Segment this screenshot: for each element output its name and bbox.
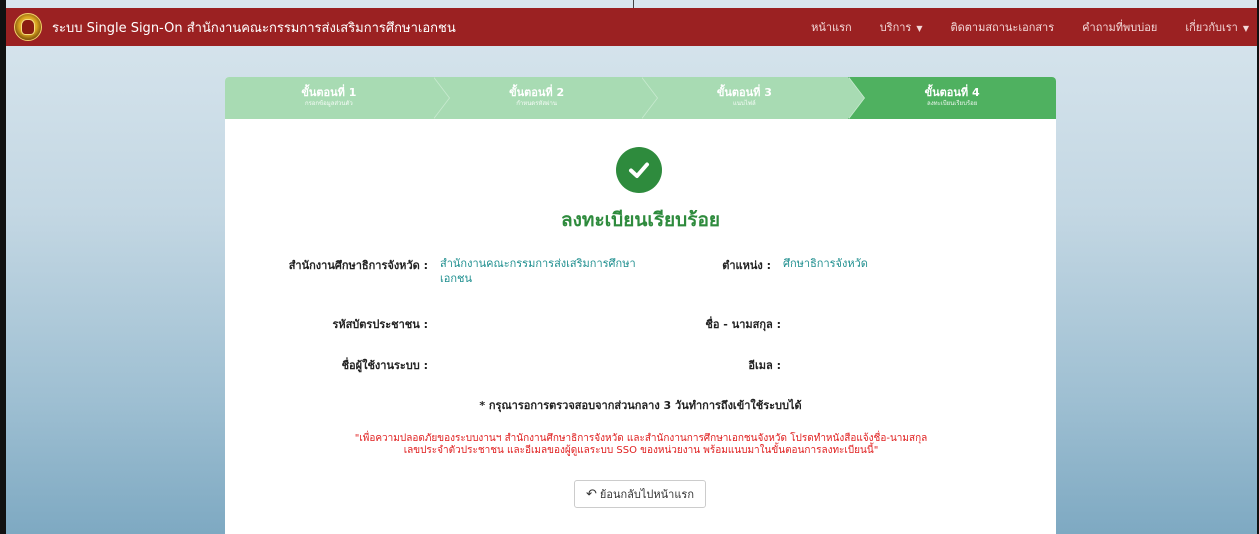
email-label: อีเมล : bbox=[748, 359, 781, 372]
step-3: ขั้นตอนที่ 3 แนบไฟล์ bbox=[640, 77, 866, 119]
undo-icon: ↶ bbox=[586, 486, 597, 502]
nav-link-services[interactable]: บริการ ▼ bbox=[880, 18, 923, 36]
brand[interactable]: ระบบ Single Sign-On สำนักงานคณะกรรมการส่… bbox=[6, 8, 456, 46]
top-divider-tick bbox=[633, 0, 634, 8]
emblem-logo bbox=[14, 13, 42, 41]
nav-link-track-document[interactable]: ติดตามสถานะเอกสาร bbox=[950, 18, 1054, 36]
username-label: ชื่อผู้ใช้งานระบบ : bbox=[341, 359, 428, 372]
position-label: ตำแหน่ง : bbox=[722, 259, 771, 272]
office-label: สำนักงานศึกษาธิการจังหวัด : bbox=[288, 259, 428, 272]
step-2: ขั้นตอนที่ 2 กำหนดรหัสผ่าน bbox=[432, 77, 658, 119]
nav-link-about[interactable]: เกี่ยวกับเรา ▼ bbox=[1185, 18, 1249, 36]
citizen-id-label: รหัสบัตรประชาชน : bbox=[332, 318, 428, 331]
security-warning: "เพื่อความปลอดภัยของระบบงานฯ สำนักงานศึก… bbox=[354, 433, 928, 456]
registration-card: ขั้นตอนที่ 1 กรอกข้อมูลส่วนตัว ขั้นตอนที… bbox=[225, 77, 1056, 534]
success-title: ลงทะเบียนเรียบร้อย bbox=[561, 209, 720, 231]
nav-links: หน้าแรก บริการ ▼ ติดตามสถานะเอกสาร คำถามท… bbox=[783, 8, 1257, 46]
brand-title: ระบบ Single Sign-On สำนักงานคณะกรรมการส่… bbox=[52, 20, 456, 36]
step-wizard: ขั้นตอนที่ 1 กรอกข้อมูลส่วนตัว ขั้นตอนที… bbox=[225, 77, 1056, 119]
top-navbar: ระบบ Single Sign-On สำนักงานคณะกรรมการส่… bbox=[6, 8, 1257, 46]
fullname-label: ชื่อ - นามสกุล : bbox=[705, 318, 781, 331]
position-value: ศึกษาธิการจังหวัด bbox=[783, 257, 868, 270]
check-circle-icon bbox=[616, 147, 662, 193]
caret-down-icon: ▼ bbox=[916, 24, 923, 33]
nav-link-faq[interactable]: คำถามที่พบบ่อย bbox=[1082, 18, 1157, 36]
approval-notice: * กรุณารอการตรวจสอบจากส่วนกลาง 3 วันทำกา… bbox=[479, 399, 802, 412]
step-1: ขั้นตอนที่ 1 กรอกข้อมูลส่วนตัว bbox=[225, 77, 450, 119]
nav-link-home[interactable]: หน้าแรก bbox=[811, 18, 852, 36]
caret-down-icon: ▼ bbox=[1242, 24, 1249, 33]
step-4-active: ขั้นตอนที่ 4 ลงทะเบียนเรียบร้อย bbox=[848, 77, 1056, 119]
back-to-home-button[interactable]: ↶ ย้อนกลับไปหน้าแรก bbox=[574, 480, 706, 508]
